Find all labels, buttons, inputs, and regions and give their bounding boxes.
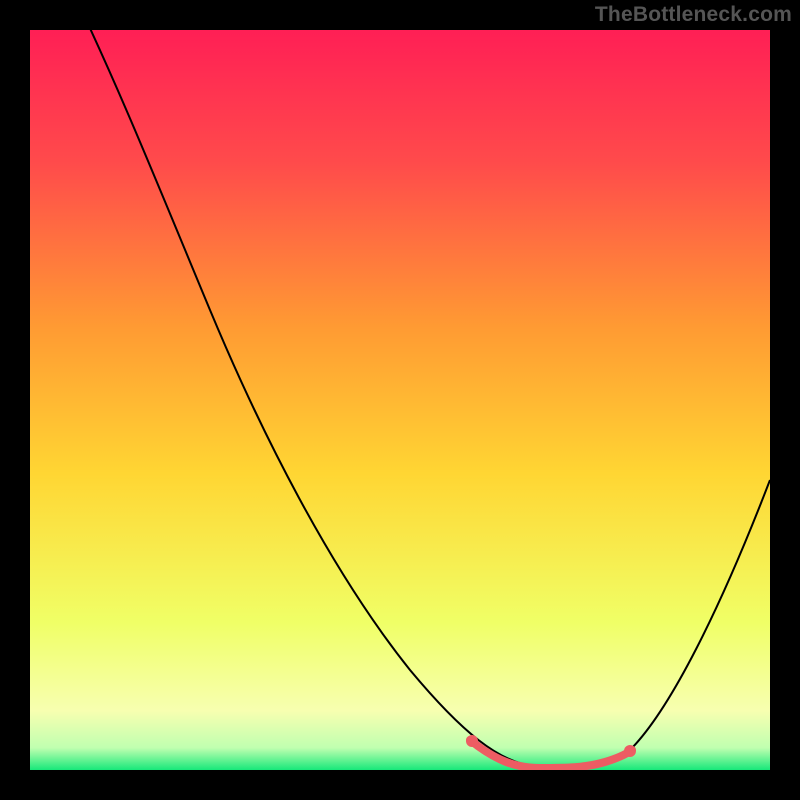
plot-area — [30, 30, 770, 770]
bottleneck-curve — [72, 30, 770, 767]
curves-overlay — [30, 30, 770, 770]
optimal-highlight — [470, 740, 632, 768]
highlight-dot-left — [466, 735, 478, 747]
chart-frame: TheBottleneck.com — [0, 0, 800, 800]
highlight-dot-right — [624, 745, 636, 757]
watermark-text: TheBottleneck.com — [595, 3, 792, 27]
